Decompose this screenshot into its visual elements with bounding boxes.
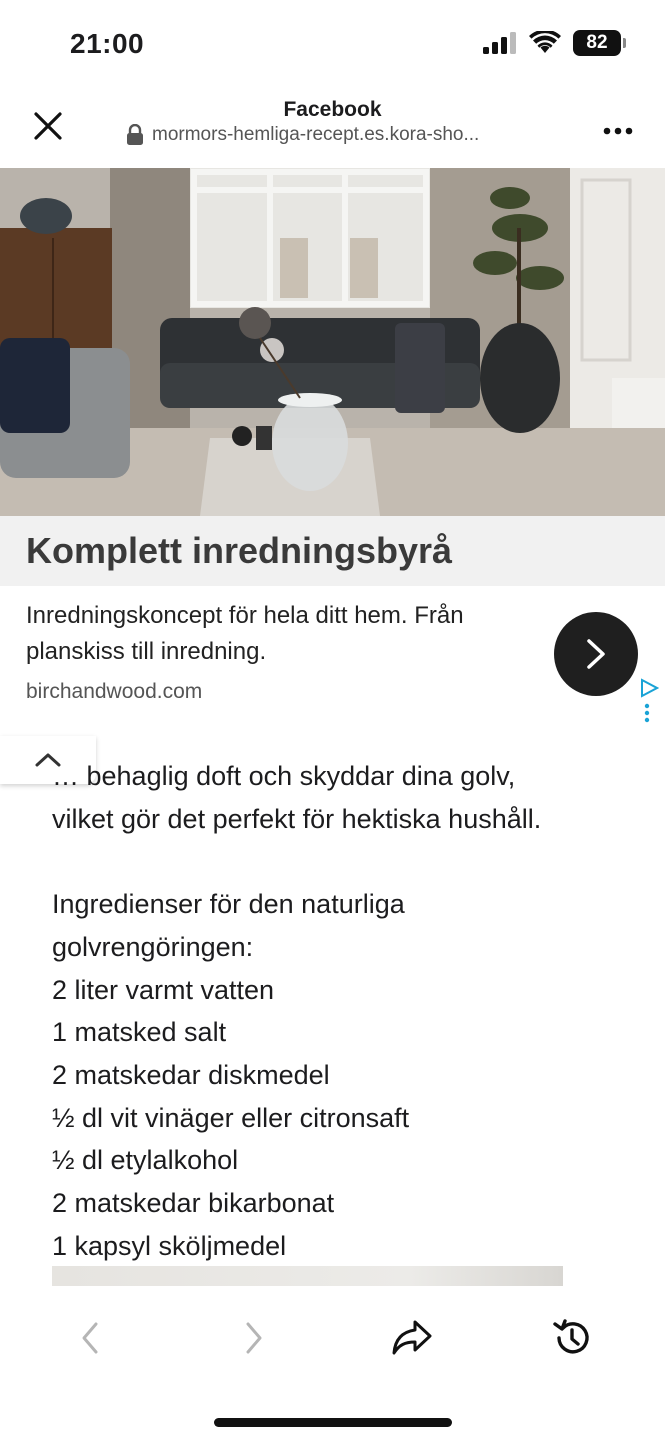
home-indicator[interactable] — [214, 1418, 452, 1427]
back-button[interactable] — [68, 1316, 112, 1360]
history-icon — [553, 1319, 589, 1354]
ingredients-heading: Ingredienser för den naturliga — [52, 889, 405, 920]
article-line: vilket gör det perfekt för hektiska hush… — [52, 803, 542, 834]
article-line: … behaglig doft och skyddar dina golv, — [52, 761, 516, 791]
chevron-right-icon — [246, 1322, 262, 1354]
ad-image[interactable] — [0, 168, 665, 516]
share-button[interactable] — [390, 1316, 434, 1360]
ingredient-item: ½ dl etylalkohol — [52, 1145, 239, 1176]
ingredient-item: ½ dl vit vinäger eller citronsaft — [52, 1102, 410, 1133]
browser-title: Facebook — [283, 98, 382, 121]
share-icon — [392, 1320, 432, 1355]
status-icons: 82 — [483, 30, 626, 56]
adchoices-icon — [641, 678, 660, 723]
url-bar[interactable]: mormors-hemliga-recept.es.kora-sho... — [126, 124, 479, 146]
ingredient-item: 2 liter varmt vatten — [52, 974, 275, 1005]
ingredient-item: 1 kapsyl sköljmedel — [52, 1230, 287, 1261]
ad-headline-bar[interactable]: Komplett inredningsbyrå — [0, 516, 665, 586]
living-room-photo — [0, 168, 665, 516]
ad-body[interactable]: Inredningskoncept för hela ditt hem. Frå… — [0, 586, 665, 728]
more-options-button[interactable] — [603, 110, 633, 142]
forward-button[interactable] — [232, 1316, 276, 1360]
wifi-icon — [529, 31, 561, 53]
status-bar: 21:00 82 — [0, 0, 665, 88]
more-horizontal-icon — [603, 127, 633, 135]
ingredient-item: 2 matskedar diskmedel — [52, 1059, 330, 1090]
article-content: … behaglig doft och skyddar dina golv, v… — [52, 755, 612, 1267]
browser-toolbar — [0, 1296, 665, 1380]
adchoices-button[interactable] — [639, 678, 660, 728]
status-time: 21:00 — [70, 28, 145, 59]
article-image — [52, 1266, 563, 1286]
history-button[interactable] — [550, 1316, 594, 1360]
lock-icon — [127, 124, 143, 145]
battery-indicator: 82 — [573, 30, 626, 56]
chevron-right-icon — [587, 639, 605, 669]
signal-icon — [483, 32, 516, 54]
ad-headline[interactable]: Komplett inredningsbyrå — [26, 530, 452, 572]
ad-domain[interactable]: birchandwood.com — [26, 680, 202, 704]
chevron-left-icon — [82, 1322, 98, 1354]
ingredients-heading: golvrengöringen: — [52, 931, 254, 962]
url-text: mormors-hemliga-recept.es.kora-sho... — [152, 124, 480, 145]
in-app-browser-header: Facebook mormors-hemliga-recept.es.kora-… — [0, 88, 665, 168]
ingredient-item: 2 matskedar bikarbonat — [52, 1188, 335, 1219]
display-ad[interactable]: Komplett inredningsbyrå Inredningskoncep… — [0, 168, 665, 728]
ad-description: Inredningskoncept för hela ditt hem. Frå… — [26, 602, 464, 665]
ingredient-item: 1 matsked salt — [52, 1017, 227, 1048]
ad-cta-button[interactable] — [554, 612, 638, 696]
